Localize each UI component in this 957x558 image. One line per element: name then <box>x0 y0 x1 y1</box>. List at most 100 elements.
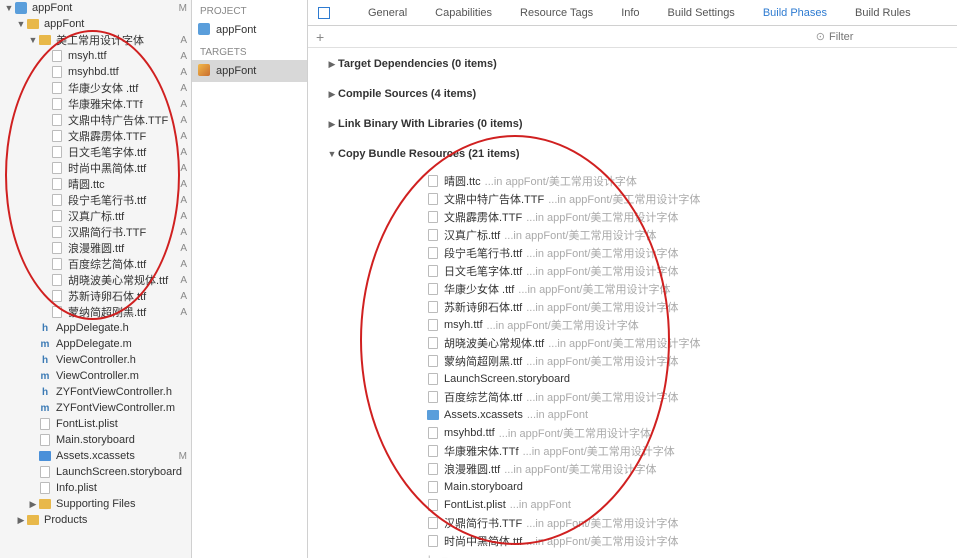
font-file[interactable]: 蒙纳简超刚黑.ttfA <box>0 304 191 320</box>
assets-folder[interactable]: Assets.xcassets M <box>0 448 191 464</box>
resource-row[interactable]: FontList.plist...in appFont <box>426 496 939 514</box>
build-phase[interactable]: Copy Bundle Resources (21 items) <box>326 142 939 166</box>
font-file[interactable]: 时尚中黑简体.ttfA <box>0 160 191 176</box>
font-file[interactable]: 华康少女体 .ttfA <box>0 80 191 96</box>
resource-row[interactable]: Assets.xcassets...in appFont <box>426 406 939 424</box>
font-file[interactable]: 汉真广标.ttfA <box>0 208 191 224</box>
build-phase[interactable]: Link Binary With Libraries (0 items) <box>326 112 939 136</box>
phase-title: Link Binary With Libraries (0 items) <box>338 118 523 130</box>
tab-resource-tags[interactable]: Resource Tags <box>520 7 593 19</box>
folder-label: Supporting Files <box>56 498 187 510</box>
source-file[interactable]: ZYFontViewController.h <box>0 384 191 400</box>
font-file[interactable]: 文鼎霹雳体.TTFA <box>0 128 191 144</box>
project-item[interactable]: appFont <box>192 19 307 41</box>
source-file[interactable]: ViewController.h <box>0 352 191 368</box>
target-item[interactable]: appFont <box>192 60 307 82</box>
font-file[interactable]: 百度综艺简体.ttfA <box>0 256 191 272</box>
tab-general[interactable]: General <box>368 7 407 19</box>
resource-row[interactable]: 苏新诗卵石体.ttf...in appFont/美工常用设计字体 <box>426 298 939 316</box>
file-icon <box>38 369 52 383</box>
resource-row[interactable]: 华康雅宋体.TTf...in appFont/美工常用设计字体 <box>426 442 939 460</box>
build-phase[interactable]: Compile Sources (4 items) <box>326 82 939 106</box>
tab-build-settings[interactable]: Build Settings <box>668 7 735 19</box>
source-file[interactable]: ViewController.m <box>0 368 191 384</box>
resource-path: ...in appFont/美工常用设计字体 <box>548 191 700 207</box>
disclosure-icon[interactable] <box>326 59 338 70</box>
source-file[interactable]: ZYFontViewController.m <box>0 400 191 416</box>
resource-row[interactable]: msyhbd.ttf...in appFont/美工常用设计字体 <box>426 424 939 442</box>
resource-row[interactable]: LaunchScreen.storyboard <box>426 370 939 388</box>
font-file[interactable]: 汉鼎简行书.TTFA <box>0 224 191 240</box>
target-selector-icon[interactable] <box>318 7 330 19</box>
disclosure-icon[interactable] <box>326 119 338 130</box>
tab-build-rules[interactable]: Build Rules <box>855 7 911 19</box>
font-file[interactable]: 华康雅宋体.TTfA <box>0 96 191 112</box>
resource-row[interactable]: 文鼎霹雳体.TTF...in appFont/美工常用设计字体 <box>426 208 939 226</box>
resource-row[interactable]: 百度综艺简体.ttf...in appFont/美工常用设计字体 <box>426 388 939 406</box>
font-file[interactable]: 苏新诗卵石体.ttfA <box>0 288 191 304</box>
font-file[interactable]: 晴圆.ttcA <box>0 176 191 192</box>
project-navigator[interactable]: ▼ appFont M ▼ appFont ▼ 美工常用设计字体 A msyh.… <box>0 0 192 558</box>
supporting-files[interactable]: ▶ Supporting Files <box>0 496 191 512</box>
resource-row[interactable]: 文鼎中特广告体.TTF...in appFont/美工常用设计字体 <box>426 190 939 208</box>
file-icon <box>426 390 440 404</box>
font-file[interactable]: msyhbd.ttfA <box>0 64 191 80</box>
resource-name: Assets.xcassets <box>444 409 523 421</box>
filter-input[interactable] <box>829 31 949 43</box>
phase-title: Target Dependencies (0 items) <box>338 58 497 70</box>
file-icon <box>38 433 52 447</box>
file-item[interactable]: Info.plist <box>0 480 191 496</box>
source-file[interactable]: Main.storyboard <box>0 432 191 448</box>
tab-build-phases[interactable]: Build Phases <box>763 7 827 19</box>
font-file[interactable]: 文鼎中特广告体.TTFA <box>0 112 191 128</box>
resource-row[interactable]: 晴圆.ttc...in appFont/美工常用设计字体 <box>426 172 939 190</box>
disclosure-icon[interactable] <box>326 149 338 159</box>
source-file[interactable]: FontList.plist <box>0 416 191 432</box>
file-label: 华康少女体 .ttf <box>68 80 176 96</box>
resource-row[interactable]: msyh.ttf...in appFont/美工常用设计字体 <box>426 316 939 334</box>
scm-badge: A <box>180 291 187 302</box>
file-icon <box>426 462 440 476</box>
disclosure-icon[interactable] <box>326 89 338 100</box>
font-file[interactable]: 胡晓波美心常规体.ttfA <box>0 272 191 288</box>
scm-badge: A <box>180 51 187 62</box>
file-item[interactable]: LaunchScreen.storyboard <box>0 464 191 480</box>
font-file[interactable]: msyh.ttf A <box>0 48 191 64</box>
file-icon <box>426 534 440 548</box>
resource-row[interactable]: 时尚中黑简体.ttf...in appFont/美工常用设计字体 <box>426 532 939 550</box>
resource-row[interactable]: 汉真广标.ttf...in appFont/美工常用设计字体 <box>426 226 939 244</box>
scm-badge: A <box>180 275 187 286</box>
folder-appfont[interactable]: ▼ appFont <box>0 16 191 32</box>
file-label: msyh.ttf <box>68 50 176 62</box>
resource-name: 华康少女体 .ttf <box>444 281 514 297</box>
phase-title: Compile Sources (4 items) <box>338 88 476 100</box>
resource-row[interactable]: 蒙纳简超刚黑.ttf...in appFont/美工常用设计字体 <box>426 352 939 370</box>
font-file[interactable]: 日文毛笔字体.ttfA <box>0 144 191 160</box>
tab-capabilities[interactable]: Capabilities <box>435 7 492 19</box>
products-folder[interactable]: ▶ Products <box>0 512 191 528</box>
folder-fonts[interactable]: ▼ 美工常用设计字体 A <box>0 32 191 48</box>
resource-row[interactable]: 日文毛笔字体.ttf...in appFont/美工常用设计字体 <box>426 262 939 280</box>
resource-row[interactable]: 汉鼎简行书.TTF...in appFont/美工常用设计字体 <box>426 514 939 532</box>
font-file[interactable]: 段宁毛笔行书.ttfA <box>0 192 191 208</box>
build-phase[interactable]: Target Dependencies (0 items) <box>326 52 939 76</box>
resource-row[interactable]: 段宁毛笔行书.ttf...in appFont/美工常用设计字体 <box>426 244 939 262</box>
resource-row[interactable]: Main.storyboard <box>426 478 939 496</box>
folder-icon <box>26 513 40 527</box>
file-icon <box>50 273 64 287</box>
add-resource-button[interactable]: + − <box>426 550 939 558</box>
resource-row[interactable]: 华康少女体 .ttf...in appFont/美工常用设计字体 <box>426 280 939 298</box>
add-phase-button[interactable]: + <box>316 29 324 45</box>
tab-info[interactable]: Info <box>621 7 639 19</box>
resource-name: 时尚中黑简体.ttf <box>444 533 522 549</box>
source-file[interactable]: AppDelegate.h <box>0 320 191 336</box>
file-label: 时尚中黑简体.ttf <box>68 160 176 176</box>
project-root[interactable]: ▼ appFont M <box>0 0 191 16</box>
resource-name: 日文毛笔字体.ttf <box>444 263 522 279</box>
resource-row[interactable]: 胡晓波美心常规体.ttf...in appFont/美工常用设计字体 <box>426 334 939 352</box>
filter-icon: ⊙ <box>816 30 825 43</box>
file-label: AppDelegate.m <box>56 338 187 350</box>
font-file[interactable]: 浪漫雅圆.ttfA <box>0 240 191 256</box>
source-file[interactable]: AppDelegate.m <box>0 336 191 352</box>
resource-row[interactable]: 浪漫雅圆.ttf...in appFont/美工常用设计字体 <box>426 460 939 478</box>
